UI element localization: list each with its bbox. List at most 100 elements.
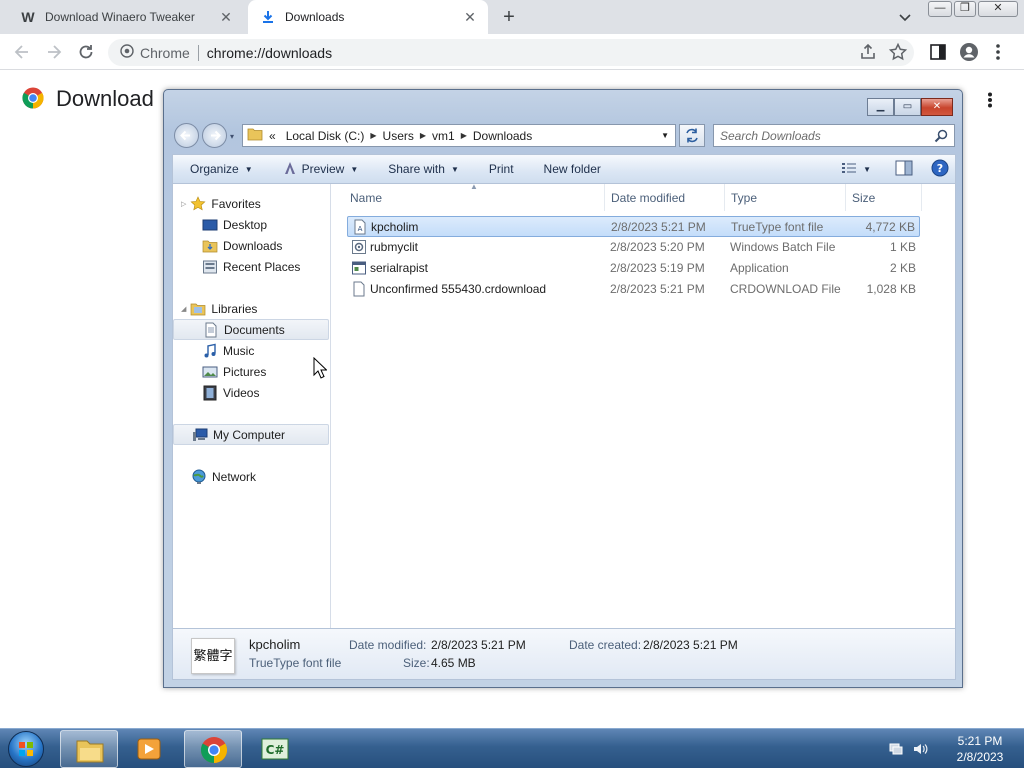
share-with-button[interactable]: Share with ▼ bbox=[388, 162, 459, 176]
help-icon[interactable]: ? bbox=[931, 159, 949, 180]
close-tab-icon[interactable]: ✕ bbox=[462, 9, 478, 25]
breadcrumb-arrow-icon[interactable]: ▶ bbox=[370, 131, 376, 140]
address-dropdown-icon[interactable]: ▼ bbox=[661, 131, 669, 140]
breadcrumb-vm1[interactable]: vm1 bbox=[432, 129, 455, 143]
downloads-menu-icon[interactable] bbox=[985, 92, 995, 108]
tab-search-chevron-icon[interactable] bbox=[896, 8, 914, 26]
reload-icon[interactable] bbox=[76, 42, 96, 62]
file-date: 2/8/2023 5:21 PM bbox=[611, 220, 706, 234]
close-window-button[interactable]: ✕ bbox=[978, 1, 1018, 17]
command-bar: Organize ▼ Preview ▼ Share with ▼ Print New… bbox=[172, 154, 956, 184]
file-list-pane: Name ▲ Date modified Type Size A kpcholi… bbox=[332, 182, 957, 628]
refresh-button[interactable] bbox=[679, 124, 705, 147]
details-file-type: TrueType font file bbox=[249, 656, 342, 670]
explorer-close-button[interactable]: ✕ bbox=[921, 98, 953, 116]
column-name-label: Name bbox=[350, 190, 383, 205]
omnibox[interactable]: Chrome chrome://downloads bbox=[108, 39, 914, 66]
chrome-site-icon bbox=[120, 44, 134, 61]
explorer-minimize-button[interactable]: ▁ bbox=[867, 98, 894, 116]
restore-button[interactable]: ❐ bbox=[954, 1, 976, 17]
overflow-chevrons-icon[interactable]: « bbox=[269, 129, 276, 143]
nav-documents[interactable]: Documents bbox=[173, 319, 329, 340]
nav-pictures[interactable]: Pictures bbox=[173, 361, 329, 382]
new-folder-button[interactable]: New folder bbox=[544, 162, 601, 176]
nav-desktop-label: Desktop bbox=[223, 217, 268, 232]
explorer-maximize-button[interactable]: ▭ bbox=[894, 98, 921, 116]
taskbar-chrome[interactable] bbox=[184, 730, 242, 768]
start-button[interactable] bbox=[8, 731, 44, 767]
svg-text:C#: C# bbox=[266, 743, 285, 757]
nav-downloads-label: Downloads bbox=[223, 238, 283, 253]
nav-videos[interactable]: Videos bbox=[173, 382, 329, 403]
network-tray-icon[interactable] bbox=[888, 741, 904, 760]
share-icon[interactable] bbox=[858, 42, 878, 62]
view-dropdown-icon[interactable]: ▼ bbox=[863, 165, 871, 174]
file-row[interactable]: rubmyclit 2/8/2023 5:20 PM Windows Batch… bbox=[347, 237, 920, 258]
breadcrumb-arrow-icon[interactable]: ▶ bbox=[420, 131, 426, 140]
breadcrumb-downloads[interactable]: Downloads bbox=[473, 129, 532, 143]
nav-desktop[interactable]: Desktop bbox=[173, 214, 329, 235]
column-header-type[interactable]: Type bbox=[725, 184, 846, 211]
column-header-date[interactable]: Date modified bbox=[605, 184, 725, 211]
file-row[interactable]: Unconfirmed 555430.crdownload 2/8/2023 5… bbox=[347, 279, 920, 300]
column-header-name[interactable]: Name ▲ bbox=[332, 182, 605, 211]
nav-downloads[interactable]: Downloads bbox=[173, 235, 329, 256]
new-tab-button[interactable]: + bbox=[498, 6, 520, 28]
recent-pages-chevron-icon[interactable]: ▾ bbox=[230, 132, 234, 141]
preview-button[interactable]: Preview ▼ bbox=[283, 161, 358, 178]
breadcrumb-users[interactable]: Users bbox=[383, 129, 414, 143]
search-icon[interactable] bbox=[934, 129, 948, 143]
explorer-forward-button[interactable] bbox=[202, 123, 227, 148]
nav-my-computer[interactable]: My Computer bbox=[173, 424, 329, 445]
chrome-menu-icon[interactable] bbox=[993, 42, 1013, 62]
taskbar-explorer[interactable] bbox=[60, 730, 118, 768]
system-tray bbox=[888, 741, 928, 760]
file-name: Unconfirmed 555430.crdownload bbox=[370, 282, 547, 296]
address-bar[interactable]: « Local Disk (C:) ▶ Users ▶ vm1 ▶ Downlo… bbox=[242, 124, 676, 147]
file-name: kpcholim bbox=[371, 220, 419, 234]
nav-libraries[interactable]: ◢ Libraries bbox=[173, 298, 329, 319]
breadcrumb-arrow-icon[interactable]: ▶ bbox=[461, 131, 467, 140]
file-row[interactable]: serialrapist 2/8/2023 5:19 PM Applicatio… bbox=[347, 258, 920, 279]
file-row[interactable]: A kpcholim 2/8/2023 5:21 PM TrueType fon… bbox=[347, 216, 920, 237]
minimize-button[interactable]: — bbox=[928, 1, 952, 17]
nav-music[interactable]: Music bbox=[173, 340, 329, 361]
side-panel-icon[interactable] bbox=[928, 42, 948, 62]
expand-triangle-icon[interactable]: ▷ bbox=[181, 200, 186, 208]
breadcrumb-local-disk[interactable]: Local Disk (C:) bbox=[286, 129, 365, 143]
svg-text:A: A bbox=[358, 225, 363, 233]
explorer-back-button[interactable] bbox=[174, 123, 199, 148]
preview-icon bbox=[283, 161, 297, 178]
nav-favorites[interactable]: ▷ Favorites bbox=[173, 193, 329, 214]
size-label: Size: bbox=[403, 656, 430, 670]
organize-button[interactable]: Organize ▼ bbox=[190, 162, 253, 176]
search-downloads-input[interactable]: Search Downloads bbox=[713, 124, 955, 147]
tab-winaero[interactable]: W Download Winaero Tweaker ✕ bbox=[8, 0, 244, 34]
libraries-icon bbox=[190, 301, 206, 317]
change-view-icon[interactable] bbox=[841, 161, 857, 178]
nav-recent-places-label: Recent Places bbox=[223, 259, 301, 274]
nav-recent-places[interactable]: Recent Places bbox=[173, 256, 329, 277]
navigation-row: ▾ « Local Disk (C:) ▶ Users ▶ vm1 ▶ Down… bbox=[172, 122, 956, 148]
tab-strip: W Download Winaero Tweaker ✕ Downloads ✕… bbox=[0, 0, 1024, 34]
taskbar-csharp-ide[interactable]: C# bbox=[246, 730, 304, 768]
column-size-label: Size bbox=[852, 190, 876, 205]
bookmark-star-icon[interactable] bbox=[888, 42, 908, 62]
size-value: 4.65 MB bbox=[431, 656, 476, 670]
column-header-size[interactable]: Size bbox=[846, 184, 922, 211]
volume-icon[interactable] bbox=[912, 741, 928, 760]
tab-downloads[interactable]: Downloads ✕ bbox=[248, 0, 488, 34]
chrome-logo-icon bbox=[22, 87, 44, 112]
nav-libraries-label: Libraries bbox=[211, 301, 258, 316]
print-button[interactable]: Print bbox=[489, 162, 514, 176]
file-size: 4,772 KB bbox=[865, 220, 915, 234]
close-tab-icon[interactable]: ✕ bbox=[218, 9, 234, 25]
expand-triangle-icon[interactable]: ◢ bbox=[181, 305, 186, 313]
taskbar-clock[interactable]: 5:21 PM 2/8/2023 bbox=[940, 733, 1020, 765]
back-arrow-icon[interactable] bbox=[12, 42, 32, 62]
profile-avatar-icon[interactable] bbox=[959, 42, 979, 62]
preview-pane-icon[interactable] bbox=[895, 160, 913, 179]
taskbar-media-player[interactable] bbox=[120, 730, 178, 768]
nav-network[interactable]: Network bbox=[173, 466, 329, 487]
forward-arrow-icon[interactable] bbox=[44, 42, 64, 62]
